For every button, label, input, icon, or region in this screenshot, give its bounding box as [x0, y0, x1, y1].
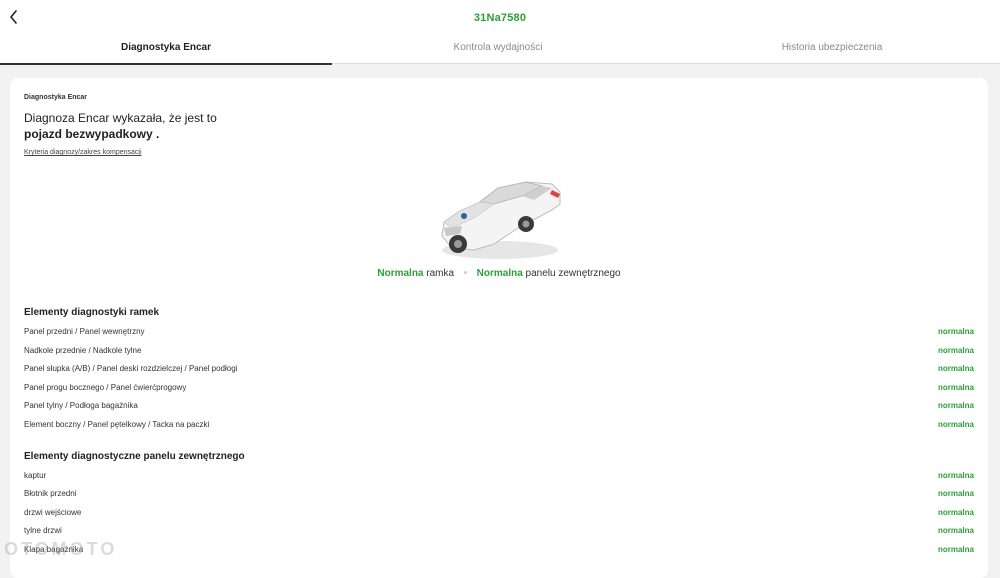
status-summary: Normalna ramka Normalna panelu zewnętrzn… [10, 268, 988, 279]
row-status: normalna [937, 383, 974, 392]
diagnosis-line-1: Diagnoza Encar wykazała, że jest to [24, 111, 217, 125]
row-status: normalna [937, 508, 974, 517]
table-row: Element boczny / Panel pętelkowy / Tacka… [24, 420, 974, 434]
top-bar: 31Na7580 Diagnostyka Encar Kontrola wyda… [0, 0, 1000, 65]
watermark-logo: OTOMOTO [4, 539, 117, 559]
row-status: normalna [937, 526, 974, 535]
row-name: drzwi wejściowe [24, 508, 82, 517]
row-status: normalna [937, 364, 974, 373]
diagnosis-line-2: pojazd bezwypadkowy . [24, 127, 160, 141]
row-name: Nadkole przednie / Nadkole tylne [24, 346, 142, 355]
row-status: normalna [937, 420, 974, 429]
row-name: kaptur [24, 471, 47, 480]
table-row: Panel przedni / Panel wewnętrzny normaln… [24, 327, 974, 341]
table-row: Panel tylny / Podłoga bagażnika normalna [24, 401, 974, 415]
row-name: Panel słupka (A/B) / Panel deski rozdzie… [24, 364, 238, 373]
row-name: Panel tylny / Podłoga bagażnika [24, 401, 138, 410]
frame-status-value: Normalna [377, 268, 424, 279]
panel-status-label: panelu zewnętrznego [525, 268, 621, 279]
car-illustration-icon [441, 181, 561, 259]
panel-status-value: Normalna [476, 268, 523, 279]
table-row: Panel słupka (A/B) / Panel deski rozdzie… [24, 364, 974, 378]
license-plate: 31Na7580 [473, 12, 527, 24]
frame-section-title: Elementy diagnostyki ramek [24, 307, 160, 318]
row-name: Panel progu bocznego / Panel ćwierćprogo… [24, 383, 187, 392]
table-row: kaptur normalna [24, 471, 974, 485]
panel-section-title: Elementy diagnostyczne panelu zewnętrzne… [24, 451, 245, 462]
criteria-link[interactable]: Kryteria diagnozy/zakres kompensacji [24, 149, 142, 156]
tab-encar-diagnostics[interactable]: Diagnostyka Encar [0, 36, 332, 65]
tab-performance-check[interactable]: Kontrola wydajności [332, 36, 664, 63]
table-row: Nadkole przednie / Nadkole tylne normaln… [24, 346, 974, 360]
separator-dot [463, 271, 467, 274]
row-status: normalna [937, 471, 974, 480]
tab-bar: Diagnostyka Encar Kontrola wydajności Hi… [0, 36, 1000, 65]
table-row: Panel progu bocznego / Panel ćwierćprogo… [24, 383, 974, 397]
row-name: Panel przedni / Panel wewnętrzny [24, 327, 145, 336]
frame-status-label: ramka [426, 268, 455, 279]
row-name: tylne drzwi [24, 526, 62, 535]
diagnosis-summary: Diagnoza Encar wykazała, że jest to poja… [24, 110, 217, 142]
table-row: Błotnik przedni normalna [24, 489, 974, 503]
row-status: normalna [937, 327, 974, 336]
row-status: normalna [937, 545, 974, 554]
tab-insurance-history[interactable]: Historia ubezpieczenia [664, 36, 1000, 63]
row-status: normalna [937, 346, 974, 355]
table-row: drzwi wejściowe normalna [24, 508, 974, 522]
row-name: Element boczny / Panel pętelkowy / Tacka… [24, 420, 210, 429]
row-name: Błotnik przedni [24, 489, 77, 498]
diagnostics-card: Diagnostyka Encar Diagnoza Encar wykazał… [10, 78, 988, 578]
row-status: normalna [937, 401, 974, 410]
section-label: Diagnostyka Encar [24, 94, 88, 101]
svg-text:OTOMOTO: OTOMOTO [4, 539, 117, 559]
row-status: normalna [937, 489, 974, 498]
